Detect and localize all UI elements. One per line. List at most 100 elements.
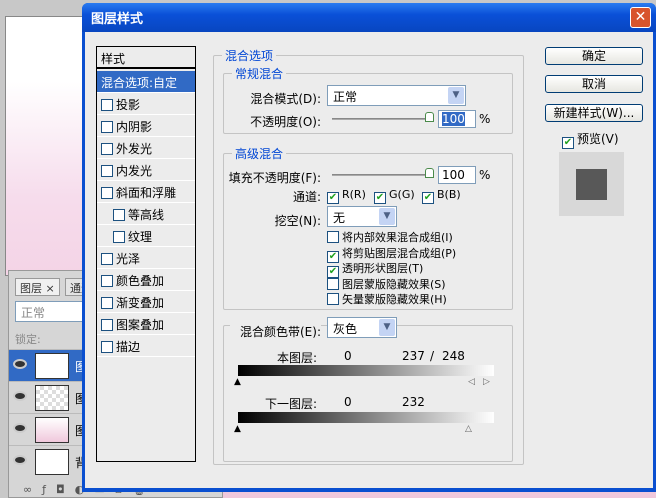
style-item[interactable]: 外发光: [97, 137, 195, 159]
eye-icon[interactable]: [13, 423, 27, 433]
preview-label: 预览(V): [577, 132, 619, 146]
underlying-low: 0: [344, 395, 352, 409]
this-layer-low: 0: [344, 349, 352, 363]
style-item[interactable]: 渐变叠加: [97, 291, 195, 313]
black-point-handle[interactable]: ▲: [234, 378, 241, 387]
style-item-label: 颜色叠加: [116, 274, 165, 288]
title-bar[interactable]: 图层样式 ✕: [82, 3, 656, 32]
style-item[interactable]: 等高线: [97, 203, 195, 225]
group-title: 常规混合: [232, 65, 287, 82]
tab-label: 图层: [20, 282, 42, 295]
lock-label: 锁定:: [15, 333, 41, 346]
style-item[interactable]: 内发光: [97, 159, 195, 181]
style-item-label: 混合选项:自定: [101, 76, 178, 90]
fill-opacity-label: 填充不透明度(F):: [228, 171, 321, 185]
new-style-button[interactable]: 新建样式(W)...: [545, 104, 643, 122]
checkbox-icon: [113, 209, 125, 221]
style-item[interactable]: 颜色叠加: [97, 269, 195, 291]
style-item[interactable]: 斜面和浮雕: [97, 181, 195, 203]
blend-if-value: 灰色: [333, 322, 358, 336]
option-label: 矢量蒙版隐藏效果(H): [342, 293, 447, 306]
checkbox-icon: [101, 319, 113, 331]
mask-icon[interactable]: ◘: [56, 483, 75, 496]
channel-b-checkbox[interactable]: ✔ B(B): [422, 188, 461, 204]
opacity-slider-handle[interactable]: [425, 112, 434, 122]
style-item-label: 斜面和浮雕: [116, 186, 177, 200]
checkbox-icon: [101, 275, 113, 287]
cancel-button[interactable]: 取消: [545, 75, 643, 93]
link-icon[interactable]: ∞: [23, 483, 42, 496]
this-layer-label: 本图层:: [276, 351, 317, 365]
black-point-handle[interactable]: ▲: [234, 425, 241, 434]
opacity-slider[interactable]: [332, 118, 432, 120]
channel-r-checkbox[interactable]: ✔ R(R): [327, 188, 366, 204]
blend-mode-select[interactable]: 正常 ▼: [327, 85, 466, 106]
opacity-label: 不透明度(O):: [250, 115, 321, 129]
eye-icon[interactable]: [13, 455, 27, 465]
option-label: 透明形状图层(T): [342, 262, 424, 275]
style-item[interactable]: 混合选项:自定: [97, 71, 195, 93]
style-item-label: 内阴影: [116, 120, 153, 134]
checkbox-icon: ✔: [562, 137, 574, 149]
style-item[interactable]: 描边: [97, 335, 195, 357]
option-label: 将内部效果混合成组(I): [342, 231, 453, 244]
white-point-handle-right[interactable]: ▷: [483, 378, 490, 387]
eye-icon[interactable]: [13, 391, 27, 401]
checkbox-icon: [101, 121, 113, 133]
channels-label: 通道:: [292, 190, 321, 204]
checkbox-icon: ✔: [374, 192, 386, 204]
close-button[interactable]: ✕: [630, 7, 651, 28]
underlying-layer-label: 下一图层:: [264, 397, 317, 411]
ok-button[interactable]: 确定: [545, 47, 643, 65]
eye-icon[interactable]: [13, 359, 27, 369]
channel-label: G(G): [389, 188, 415, 201]
style-item-label: 光泽: [116, 252, 141, 266]
style-item-label: 描边: [116, 340, 141, 354]
channel-g-checkbox[interactable]: ✔ G(G): [374, 188, 415, 204]
tab-layers[interactable]: 图层 ×: [15, 278, 60, 296]
white-point-handle-left[interactable]: ◁: [468, 378, 475, 387]
preview-checkbox[interactable]: ✔ 预览(V): [562, 130, 619, 149]
white-point-handle[interactable]: △: [465, 425, 472, 434]
checkbox-icon: [101, 297, 113, 309]
group-title: 高级混合: [232, 145, 287, 162]
style-item-label: 纹理: [128, 230, 153, 244]
chevron-down-icon: ▼: [379, 208, 395, 225]
chevron-down-icon: ▼: [379, 319, 395, 336]
underlying-high: 232: [402, 395, 425, 409]
checkbox-icon: ✔: [422, 192, 434, 204]
this-layer-high-a: 237: [402, 349, 425, 363]
fill-opacity-slider-handle[interactable]: [425, 168, 434, 178]
style-item[interactable]: 纹理: [97, 225, 195, 247]
style-item[interactable]: 内阴影: [97, 115, 195, 137]
style-item-label: 外发光: [116, 142, 153, 156]
fill-opacity-slider[interactable]: [332, 174, 432, 176]
layer-thumbnail: [35, 417, 69, 443]
opacity-value: 100: [442, 112, 465, 126]
layer-thumbnail: [35, 449, 69, 475]
checkbox-icon: [101, 99, 113, 111]
opacity-input[interactable]: 100: [438, 110, 476, 128]
chevron-down-icon: ▼: [448, 87, 464, 104]
checkbox-icon: [101, 165, 113, 177]
advanced-option-checkbox[interactable]: 图层蒙版隐藏效果(S): [327, 276, 446, 292]
fx-icon[interactable]: ƒ: [42, 483, 56, 496]
style-item[interactable]: 图案叠加: [97, 313, 195, 335]
style-item[interactable]: 光泽: [97, 247, 195, 269]
option-label: 将剪贴图层混合成组(P): [342, 246, 457, 260]
checkbox-icon: [113, 231, 125, 243]
channel-label: B(B): [437, 188, 461, 201]
percent-label: %: [479, 112, 491, 126]
blend-if-group: [223, 325, 513, 462]
checkbox-icon: [327, 277, 339, 290]
advanced-option-checkbox[interactable]: 矢量蒙版隐藏效果(H): [327, 291, 447, 307]
this-layer-high-b: 248: [442, 349, 465, 363]
style-item[interactable]: 投影: [97, 93, 195, 115]
style-item-label: 内发光: [116, 164, 153, 178]
fill-opacity-input[interactable]: 100: [438, 166, 476, 184]
blend-if-select[interactable]: 灰色 ▼: [327, 317, 397, 338]
advanced-option-checkbox[interactable]: 将内部效果混合成组(I): [327, 229, 453, 245]
knockout-select[interactable]: 无 ▼: [327, 206, 397, 227]
split-separator: /: [430, 349, 435, 363]
styles-header[interactable]: 样式: [97, 47, 195, 69]
